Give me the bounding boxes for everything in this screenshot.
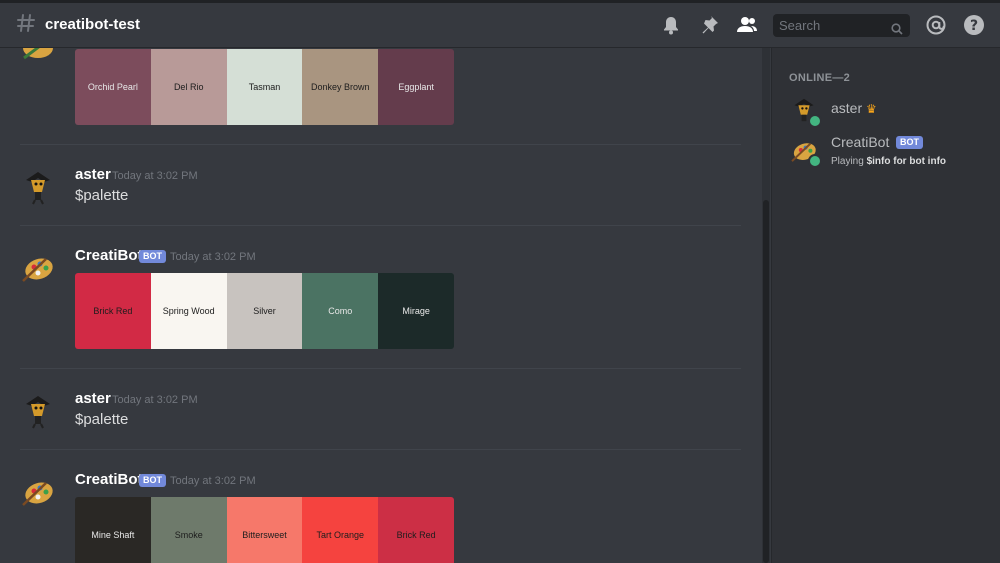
hashtag-icon (15, 12, 37, 39)
channel-header: creatibot-test Search ? (0, 3, 1000, 48)
swatch-eggplant: Eggplant (378, 49, 454, 125)
message-divider (20, 144, 741, 145)
channel-name: creatibot-test (45, 16, 141, 33)
member-name: CreatiBot (831, 134, 890, 150)
member-name: aster ♛ (831, 100, 877, 116)
bot-badge: BOT (139, 250, 166, 263)
swatch-del-rio: Del Rio (150, 49, 227, 125)
member-list: ONLINE—2 aster ♛ CreatiBot BOT Playing $… (771, 48, 1000, 563)
swatch-brick-red: Brick Red (75, 273, 151, 349)
swatch-spring-wood: Spring Wood (150, 273, 227, 349)
mention-icon[interactable] (925, 14, 947, 41)
message-author[interactable]: aster (75, 166, 111, 183)
aster-avatar[interactable] (18, 166, 58, 206)
bell-icon[interactable] (662, 15, 680, 40)
swatch-orchid-pearl: Orchid Pearl (75, 49, 151, 125)
swatch-tart-orange: Tart Orange (302, 497, 379, 563)
swatch-tasman: Tasman (226, 49, 303, 125)
swatch-brick-red: Brick Red (378, 497, 454, 563)
message-divider (20, 449, 741, 450)
swatch-silver: Silver (226, 273, 303, 349)
search-icon (891, 19, 903, 42)
message-timestamp: Today at 3:02 PM (170, 251, 256, 263)
message-text: $palette (75, 187, 129, 204)
pin-icon[interactable] (699, 15, 719, 40)
search-placeholder: Search (779, 18, 821, 33)
swatch-bittersweet: Bittersweet (226, 497, 303, 563)
creatibot-avatar[interactable] (18, 471, 58, 511)
online-status-dot (808, 154, 822, 168)
aster-avatar[interactable] (18, 390, 58, 430)
message-timestamp: Today at 3:02 PM (112, 394, 198, 406)
message-divider (20, 368, 741, 369)
swatch-mirage: Mirage (378, 273, 454, 349)
message-text: $palette (75, 411, 129, 428)
swatch-como: Como (302, 273, 379, 349)
search-input[interactable]: Search (773, 14, 910, 37)
bot-badge: BOT (896, 136, 923, 149)
swatch-smoke: Smoke (150, 497, 227, 563)
message-list[interactable]: Orchid Pearl Del Rio Tasman Donkey Brown… (0, 48, 771, 563)
message-author[interactable]: CreatiBot (75, 471, 143, 488)
scrollbar-thumb[interactable] (763, 200, 769, 563)
message-timestamp: Today at 3:02 PM (112, 170, 198, 182)
online-status-dot (808, 114, 822, 128)
online-heading: ONLINE—2 (789, 72, 851, 84)
svg-text:?: ? (970, 18, 978, 34)
bot-badge: BOT (139, 474, 166, 487)
member-activity: Playing $info for bot info (831, 156, 947, 167)
help-icon[interactable]: ? (963, 14, 985, 41)
palette-embed: Mine Shaft Smoke Bittersweet Tart Orange… (75, 497, 454, 563)
swatch-mine-shaft: Mine Shaft (75, 497, 151, 563)
creatibot-avatar[interactable] (18, 247, 58, 287)
members-icon[interactable] (736, 15, 758, 40)
palette-embed: Brick Red Spring Wood Silver Como Mirage (75, 273, 454, 349)
message-timestamp: Today at 3:02 PM (170, 475, 256, 487)
creatibot-avatar (23, 48, 53, 60)
message-divider (20, 225, 741, 226)
palette-embed: Orchid Pearl Del Rio Tasman Donkey Brown… (75, 49, 454, 125)
crown-icon: ♛ (866, 102, 877, 116)
message-author[interactable]: aster (75, 390, 111, 407)
message-author[interactable]: CreatiBot (75, 247, 143, 264)
swatch-donkey-brown: Donkey Brown (302, 49, 379, 125)
member-item-aster[interactable]: aster ♛ (788, 94, 998, 134)
member-item-creatibot[interactable]: CreatiBot BOT Playing $info for bot info (788, 134, 998, 174)
